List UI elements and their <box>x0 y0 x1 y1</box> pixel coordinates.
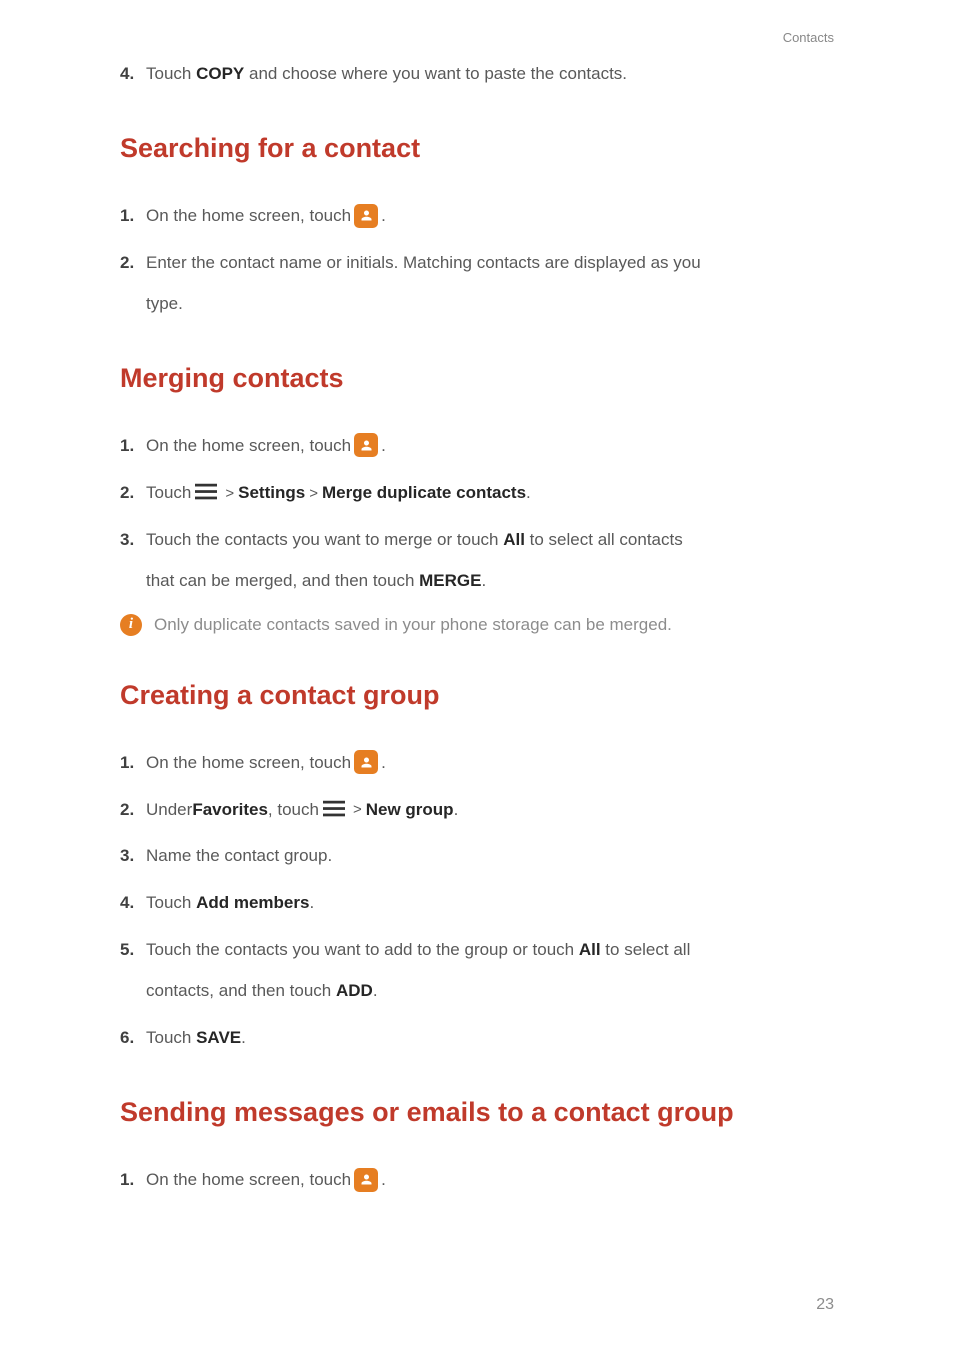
bold-settings: Settings <box>238 479 305 508</box>
text-fragment: contacts, and then touch <box>146 981 336 1000</box>
step-number: 5. <box>120 936 142 965</box>
step-1: 1. On the home screen, touch . <box>120 202 834 231</box>
step-2-cont: type. <box>146 290 834 319</box>
step-text: Touch COPY and choose where you want to … <box>146 60 834 89</box>
step-text: Touch <box>146 479 191 508</box>
step-3-cont: that can be merged, and then touch MERGE… <box>146 567 834 596</box>
menu-icon <box>195 483 217 501</box>
step-2: 2. Enter the contact name or initials. M… <box>120 249 834 278</box>
page-number: 23 <box>816 1296 834 1314</box>
step-number: 1. <box>120 432 142 461</box>
bold-favorites: Favorites <box>192 796 268 825</box>
step-1: 1. On the home screen, touch . <box>120 1166 834 1195</box>
period: . <box>454 796 459 825</box>
step-number: 1. <box>120 749 142 778</box>
text-fragment: Touch the contacts you want to add to th… <box>146 940 579 959</box>
gt: > <box>309 481 318 507</box>
step-number: 4. <box>120 889 142 918</box>
step-number: 3. <box>120 526 142 555</box>
step-4: 4. Touch Add members. <box>120 889 834 918</box>
bold-new-group: New group <box>366 796 454 825</box>
step-text: On the home screen, touch <box>146 432 351 461</box>
gt: > <box>225 481 234 507</box>
menu-icon <box>323 800 345 818</box>
step-text: Touch SAVE. <box>146 1024 834 1053</box>
bold-all: All <box>503 530 525 549</box>
step-2: 2. Touch > Settings > Merge duplicate co… <box>120 479 834 508</box>
bold-merge: MERGE <box>419 571 481 590</box>
step-text: On the home screen, touch <box>146 1166 351 1195</box>
period: . <box>381 202 386 231</box>
period: . <box>309 893 314 912</box>
contacts-app-icon <box>354 433 378 457</box>
text-fragment: Touch <box>146 64 196 83</box>
step-text: , touch <box>268 796 319 825</box>
heading-searching-contact: Searching for a contact <box>120 127 834 170</box>
heading-sending-messages: Sending messages or emails to a contact … <box>120 1091 834 1134</box>
heading-creating-group: Creating a contact group <box>120 674 834 717</box>
step-number: 2. <box>120 479 142 508</box>
heading-merging-contacts: Merging contacts <box>120 357 834 400</box>
period: . <box>373 981 378 1000</box>
step-text: Touch the contacts you want to add to th… <box>146 936 834 965</box>
info-text: Only duplicate contacts saved in your ph… <box>154 615 672 635</box>
step-text: Touch Add members. <box>146 889 834 918</box>
period: . <box>481 571 486 590</box>
step-1: 1. On the home screen, touch . <box>120 432 834 461</box>
step-3: 3. Name the contact group. <box>120 842 834 871</box>
step-3: 3. Touch the contacts you want to merge … <box>120 526 834 555</box>
step-number: 3. <box>120 842 142 871</box>
step-text: On the home screen, touch <box>146 202 351 231</box>
text-fragment: Touch <box>146 1028 196 1047</box>
step-1: 1. On the home screen, touch . <box>120 749 834 778</box>
text-fragment: to select all <box>601 940 691 959</box>
step-text: Touch the contacts you want to merge or … <box>146 526 834 555</box>
text-fragment: Touch the contacts you want to merge or … <box>146 530 503 549</box>
step-number: 1. <box>120 1166 142 1195</box>
step-2: 2. Under Favorites, touch > New group. <box>120 796 834 825</box>
period: . <box>381 432 386 461</box>
info-note: i Only duplicate contacts saved in your … <box>120 614 834 636</box>
step-text: Name the contact group. <box>146 842 834 871</box>
step-number: 4. <box>120 60 142 89</box>
step-number: 2. <box>120 796 142 825</box>
step-4-copy: 4. Touch COPY and choose where you want … <box>120 60 834 89</box>
bold-copy: COPY <box>196 64 244 83</box>
document-content: 4. Touch COPY and choose where you want … <box>120 60 834 1195</box>
period: . <box>381 749 386 778</box>
text-fragment: Touch <box>146 893 196 912</box>
step-number: 2. <box>120 249 142 278</box>
gt: > <box>353 797 362 823</box>
text-fragment: that can be merged, and then touch <box>146 571 419 590</box>
text-fragment: to select all contacts <box>525 530 683 549</box>
page-header-section: Contacts <box>783 30 834 45</box>
step-text: On the home screen, touch <box>146 749 351 778</box>
contacts-app-icon <box>354 204 378 228</box>
period: . <box>381 1166 386 1195</box>
step-5-cont: contacts, and then touch ADD. <box>146 977 834 1006</box>
bold-add-members: Add members <box>196 893 309 912</box>
contacts-app-icon <box>354 750 378 774</box>
step-text: Enter the contact name or initials. Matc… <box>146 249 834 278</box>
step-number: 1. <box>120 202 142 231</box>
text-fragment: and choose where you want to paste the c… <box>244 64 627 83</box>
bold-merge-duplicate: Merge duplicate contacts <box>322 479 526 508</box>
period: . <box>526 479 531 508</box>
bold-add: ADD <box>336 981 373 1000</box>
bold-all: All <box>579 940 601 959</box>
info-icon: i <box>120 614 142 636</box>
step-number: 6. <box>120 1024 142 1053</box>
step-6: 6. Touch SAVE. <box>120 1024 834 1053</box>
period: . <box>241 1028 246 1047</box>
bold-save: SAVE <box>196 1028 241 1047</box>
contacts-app-icon <box>354 1168 378 1192</box>
step-5: 5. Touch the contacts you want to add to… <box>120 936 834 965</box>
step-text: Under <box>146 796 192 825</box>
